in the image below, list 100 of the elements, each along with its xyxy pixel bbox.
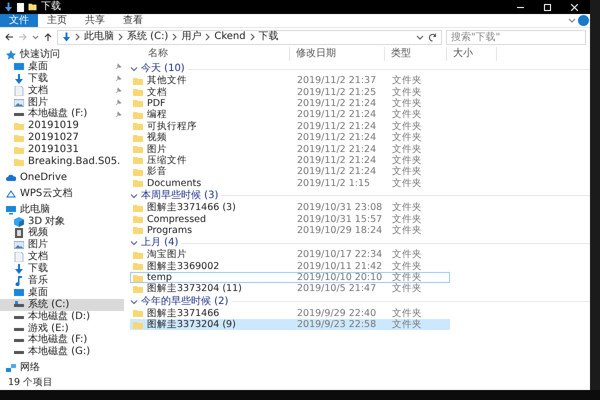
file-row[interactable]: temp 2019/10/10 20:10 文件夹 [130, 272, 450, 284]
maximize-icon [544, 4, 551, 10]
column-header[interactable]: 修改日期 [290, 47, 385, 61]
sidebar-item[interactable]: 3D 对象 [0, 216, 124, 228]
ribbon-tab[interactable]: 文件 [0, 14, 38, 27]
sidebar-item[interactable]: WPS云文档 [0, 188, 124, 200]
folder-icon [133, 225, 143, 236]
down-arrow-icon [62, 32, 71, 42]
sidebar-item[interactable]: 20191019 [0, 120, 124, 132]
file-row[interactable]: 图解圭3369002 2019/10/11 21:42 文件夹 [130, 260, 450, 272]
group-header[interactable]: 今天 (10) [141, 63, 185, 75]
folder-icon [133, 284, 143, 294]
sidebar-item[interactable]: 视频 [0, 227, 124, 240]
folder-icon [14, 145, 24, 156]
file-row[interactable]: 影音 2019/11/2 21:24 文件夹 [130, 166, 450, 178]
file-row[interactable]: 其他文件 2019/11/2 21:37 文件夹 [130, 75, 450, 86]
sidebar-item[interactable]: 下载 [0, 263, 124, 276]
sidebar-item[interactable]: 音乐 [0, 275, 124, 287]
monitor-icon [14, 62, 24, 72]
file-row[interactable]: 可执行程序 2019/11/2 21:24 文件夹 [130, 120, 450, 132]
sidebar-item[interactable]: 本地磁盘 (D:) [0, 310, 124, 323]
column-header[interactable]: 类型 [385, 47, 447, 61]
sidebar-item[interactable]: 网络 [0, 362, 124, 374]
file-row[interactable]: Compressed 2019/10/31 15:57 文件夹 [130, 213, 450, 225]
sidebar-item[interactable]: 20191027 [0, 132, 124, 144]
monitor-icon [14, 288, 24, 298]
sidebar-item[interactable]: 快速访问 [0, 49, 124, 61]
file-row[interactable]: 图解圭3373204 (11) 2019/10/5 21:47 文件夹 [130, 283, 450, 295]
document-icon [14, 252, 24, 262]
breadcrumb-link[interactable]: 系统 (C:) [127, 31, 168, 43]
folder-icon [133, 144, 143, 154]
sidebar-item[interactable]: Breaking.Bad.S05. [0, 156, 124, 168]
sidebar-item[interactable]: OneDrive [0, 172, 124, 184]
sidebar-item[interactable]: 本地磁盘 (G:) [0, 346, 124, 358]
folder-icon [133, 98, 143, 108]
sidebar-item[interactable]: 文档 [0, 251, 124, 264]
network-icon [6, 363, 16, 374]
music-note-icon [14, 276, 24, 286]
file-row[interactable]: 淘宝图片 2019/10/17 22:34 文件夹 [130, 249, 450, 260]
close-icon [571, 4, 578, 10]
folder-icon [133, 121, 143, 132]
folder-icon [133, 166, 143, 177]
file-row[interactable]: 图解圭3371466 2019/9/29 22:40 文件夹 [130, 308, 450, 320]
sidebar-item[interactable]: 系统 (C:) [0, 298, 124, 311]
folder-icon [133, 132, 143, 143]
column-header[interactable]: 大小 [447, 47, 497, 61]
breadcrumb-link[interactable]: 此电脑 [84, 31, 114, 43]
folder-icon [133, 155, 143, 166]
chevron-right-icon [172, 33, 178, 41]
computer-icon [6, 204, 16, 215]
sidebar-item[interactable]: 文档 [0, 84, 124, 97]
folder-icon [133, 320, 143, 330]
sidebar-item[interactable]: 游戏 (E:) [0, 322, 124, 334]
breadcrumb-link[interactable]: 下载 [258, 31, 279, 43]
ribbon-tab[interactable]: 查看 [114, 14, 152, 27]
sidebar-item[interactable]: 本地磁盘 (F:) [0, 334, 124, 346]
group-header[interactable]: 本周早些时候 (3) [141, 190, 218, 202]
folder-icon [133, 261, 143, 272]
forward-arrow-icon [18, 32, 28, 42]
breadcrumb-link[interactable]: 用户 [181, 31, 202, 43]
file-row[interactable]: PDF 2019/11/2 21:24 文件夹 [130, 98, 450, 110]
file-row[interactable]: Programs 2019/10/29 18:24 文件夹 [130, 224, 450, 236]
folder-icon [133, 178, 143, 188]
file-row[interactable]: 文档 2019/11/2 21:25 文件夹 [130, 86, 450, 98]
folder-icon [133, 202, 143, 213]
column-header[interactable]: 名称 [130, 47, 290, 61]
sidebar-item[interactable]: 图片 [0, 239, 124, 252]
search-field[interactable]: 搜索"下载" [446, 30, 586, 44]
address-bar[interactable]: 此电脑 系统 (C:) 用户 Ckend 下载 [57, 30, 442, 44]
group-header[interactable]: 今年的早些时候 (2) [141, 296, 228, 308]
file-row[interactable]: 编程 2019/11/2 21:24 文件夹 [130, 109, 450, 121]
group-header[interactable]: 上月 (4) [141, 237, 178, 250]
file-row[interactable]: 图片 2019/11/2 21:24 文件夹 [130, 143, 450, 155]
sidebar-item[interactable]: 桌面 [0, 286, 124, 299]
breadcrumb-link[interactable]: Ckend [214, 31, 246, 43]
sidebar-item[interactable]: 下载 [0, 72, 124, 85]
picture-icon [14, 98, 24, 108]
sidebar-item[interactable]: 桌面 [0, 60, 124, 73]
ribbon-tab[interactable]: 共享 [76, 14, 114, 27]
picture-icon [14, 240, 24, 250]
cube-icon [14, 216, 24, 227]
file-row[interactable]: 压缩文件 2019/11/2 21:24 文件夹 [130, 154, 450, 166]
file-row[interactable]: 图解圭3373204 (9) 2019/9/23 22:58 文件夹 [130, 319, 450, 330]
file-row[interactable]: 视频 2019/11/2 21:24 文件夹 [130, 132, 450, 144]
sidebar-item[interactable]: 本地磁盘 (F:) [0, 108, 124, 120]
sidebar-item[interactable]: 此电脑 [0, 204, 124, 216]
folder-icon [133, 214, 143, 224]
chevron-icon [416, 33, 424, 41]
folder-icon [133, 76, 143, 86]
ribbon-tab[interactable]: 主页 [38, 14, 76, 27]
folder-icon [14, 133, 24, 144]
sidebar-item[interactable]: 图片 [0, 96, 124, 108]
sidebar-item[interactable]: 20191031 [0, 144, 124, 156]
refresh-icon [428, 32, 437, 42]
film-icon [14, 228, 24, 238]
file-row[interactable]: Documents 2019/11/2 1:15 文件夹 [130, 178, 450, 189]
folder-icon [28, 3, 37, 11]
file-row[interactable]: 图解圭3371466 (3) 2019/10/31 23:08 文件夹 [130, 202, 450, 214]
folder-icon [133, 308, 143, 318]
chevron-right-icon [75, 33, 80, 41]
